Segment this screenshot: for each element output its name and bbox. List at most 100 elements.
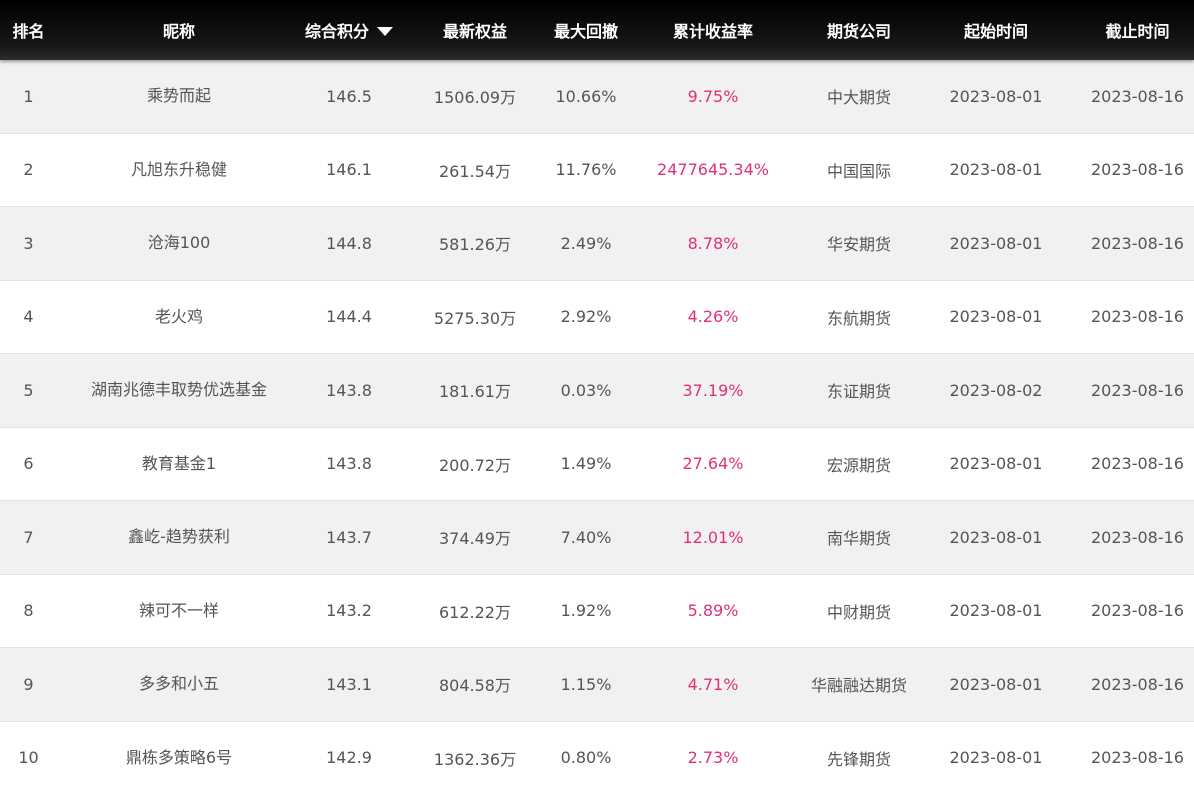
name-cell[interactable]: 凡旭东升稳健 [57, 156, 301, 184]
end-date-cell: 2023-08-16 [1091, 674, 1184, 694]
name-link[interactable]: 辣可不一样 [139, 597, 219, 621]
name-link[interactable]: 鼎栋多策略6号 [126, 744, 232, 768]
start-date-cell: 2023-08-01 [949, 160, 1043, 180]
end-date-cell: 2023-08-16 [1091, 748, 1184, 768]
name-link[interactable]: 凡旭东升稳健 [131, 156, 227, 180]
table-row[interactable]: 3 沧海100 144.8 581.26万 2.49% 8.78% 华安期货 2023-08-… [0, 207, 1194, 281]
name-link[interactable]: 老火鸡 [155, 303, 203, 327]
start-date-cell: 2023-08-02 [949, 380, 1043, 400]
table-header: 排名 昵称 综合积分 最新权益 最大回撤 累计收益率 期货公司 起始时间 截止时… [0, 0, 1194, 60]
drawdown-cell: 0.80% [560, 748, 612, 768]
rank-cell: 6 [23, 454, 34, 474]
column-header-drawdown[interactable]: 最大回撤 [553, 18, 619, 42]
sort-down-icon[interactable] [377, 27, 393, 36]
column-header-score[interactable]: 综合积分 [301, 18, 397, 42]
name-cell[interactable]: 沧海100 [57, 229, 301, 257]
start-date-cell: 2023-08-01 [949, 454, 1043, 474]
name-link[interactable]: 乘势而起 [147, 82, 211, 106]
end-date-cell: 2023-08-16 [1091, 601, 1184, 621]
column-header-name[interactable]: 昵称 [57, 18, 301, 42]
drawdown-cell: 7.40% [560, 527, 612, 547]
name-cell[interactable]: 鑫屹-趋势获利 [57, 523, 301, 551]
start-date-cell: 2023-08-01 [949, 233, 1043, 253]
firm-cell: 东证期货 [826, 382, 891, 402]
equity-cell: 181.61万 [439, 382, 511, 402]
name-cell[interactable]: 老火鸡 [57, 303, 301, 331]
firm-cell: 中国国际 [826, 161, 891, 181]
table-row[interactable]: 7 鑫屹-趋势获利 143.7 374.49万 7.40% 12.01% 南华期货 2023-… [0, 501, 1194, 575]
name-cell[interactable]: 教育基金1 [57, 450, 301, 478]
return-cell: 4.71% [687, 674, 739, 694]
score-cell: 146.1 [326, 160, 372, 180]
score-cell: 143.8 [326, 454, 372, 474]
start-date-cell: 2023-08-01 [949, 674, 1043, 694]
score-cell: 143.2 [326, 601, 372, 621]
rank-cell: 8 [23, 601, 34, 621]
name-link[interactable]: 多多和小五 [139, 670, 219, 694]
table-row[interactable]: 1 乘势而起 146.5 1506.09万 10.66% 9.75% 中大期货 2023-08… [0, 60, 1194, 134]
name-link[interactable]: 湖南兆德丰取势优选基金 [91, 376, 267, 400]
table-row[interactable]: 5 湖南兆德丰取势优选基金 143.8 181.61万 0.03% 37.19% 东证期货 2… [0, 354, 1194, 428]
drawdown-cell: 1.49% [560, 454, 612, 474]
table-row[interactable]: 2 凡旭东升稳健 146.1 261.54万 11.76% 2477645.34% 中国国际… [0, 133, 1194, 207]
equity-cell: 261.54万 [439, 161, 511, 181]
name-link[interactable]: 沧海100 [148, 229, 211, 253]
return-cell: 2.73% [687, 748, 739, 768]
drawdown-cell: 1.15% [560, 674, 612, 694]
end-date-cell: 2023-08-16 [1091, 307, 1184, 327]
start-date-cell: 2023-08-01 [949, 527, 1043, 547]
table-row[interactable]: 4 老火鸡 144.4 5275.30万 2.92% 4.26% 东航期货 2023-08-0… [0, 280, 1194, 354]
firm-cell: 宏源期货 [826, 455, 891, 475]
return-cell: 37.19% [682, 380, 744, 400]
table-row[interactable]: 8 辣可不一样 143.2 612.22万 1.92% 5.89% 中财期货 2023-08-… [0, 574, 1194, 648]
firm-cell: 中大期货 [826, 88, 891, 108]
return-cell: 27.64% [682, 454, 744, 474]
table-row[interactable]: 6 教育基金1 143.8 200.72万 1.49% 27.64% 宏源期货 2023-08… [0, 427, 1194, 501]
rank-cell: 4 [23, 307, 34, 327]
end-date-cell: 2023-08-16 [1091, 527, 1184, 547]
name-cell[interactable]: 辣可不一样 [57, 597, 301, 625]
ranking-table: 排名 昵称 综合积分 最新权益 最大回撤 累计收益率 期货公司 起始时间 截止时… [0, 0, 1194, 787]
name-cell[interactable]: 湖南兆德丰取势优选基金 [57, 376, 301, 404]
column-header-rank[interactable]: 排名 [0, 18, 57, 42]
rank-cell: 9 [23, 674, 34, 694]
name-cell[interactable]: 乘势而起 [57, 82, 301, 110]
equity-cell: 581.26万 [439, 235, 511, 255]
equity-cell: 1506.09万 [433, 88, 517, 108]
column-header-start[interactable]: 起始时间 [911, 18, 1081, 42]
start-date-cell: 2023-08-01 [949, 601, 1043, 621]
table-row[interactable]: 9 多多和小五 143.1 804.58万 1.15% 4.71% 华融融达期货 2023-0… [0, 648, 1194, 722]
equity-cell: 804.58万 [439, 676, 511, 696]
column-header-equity[interactable]: 最新权益 [397, 18, 553, 42]
rank-cell: 10 [18, 748, 39, 768]
name-cell[interactable]: 鼎栋多策略6号 [57, 744, 301, 772]
return-cell: 9.75% [687, 86, 739, 106]
name-cell[interactable]: 多多和小五 [57, 670, 301, 698]
drawdown-cell: 2.49% [560, 233, 612, 253]
table-row[interactable]: 10 鼎栋多策略6号 142.9 1362.36万 0.80% 2.73% 先锋期货 2023… [0, 721, 1194, 787]
name-link[interactable]: 鑫屹-趋势获利 [128, 523, 230, 547]
column-header-firm[interactable]: 期货公司 [807, 18, 911, 42]
rank-cell: 5 [23, 380, 34, 400]
table-body: 1 乘势而起 146.5 1506.09万 10.66% 9.75% 中大期货 2023-08… [0, 60, 1194, 787]
score-cell: 144.8 [326, 233, 372, 253]
score-cell: 143.7 [326, 527, 372, 547]
score-cell: 142.9 [326, 748, 372, 768]
firm-cell: 南华期货 [826, 529, 891, 549]
firm-cell: 先锋期货 [826, 749, 891, 769]
column-header-end[interactable]: 截止时间 [1081, 18, 1194, 42]
end-date-cell: 2023-08-16 [1091, 454, 1184, 474]
rank-cell: 2 [23, 160, 34, 180]
equity-cell: 374.49万 [439, 529, 511, 549]
name-link[interactable]: 教育基金1 [142, 450, 216, 474]
rank-cell: 7 [23, 527, 34, 547]
start-date-cell: 2023-08-01 [949, 307, 1043, 327]
column-header-return[interactable]: 累计收益率 [619, 18, 807, 42]
end-date-cell: 2023-08-16 [1091, 233, 1184, 253]
equity-cell: 1362.36万 [433, 749, 517, 769]
equity-cell: 612.22万 [439, 602, 511, 622]
drawdown-cell: 0.03% [560, 380, 612, 400]
score-cell: 143.8 [326, 380, 372, 400]
equity-cell: 200.72万 [439, 455, 511, 475]
score-cell: 144.4 [326, 307, 372, 327]
